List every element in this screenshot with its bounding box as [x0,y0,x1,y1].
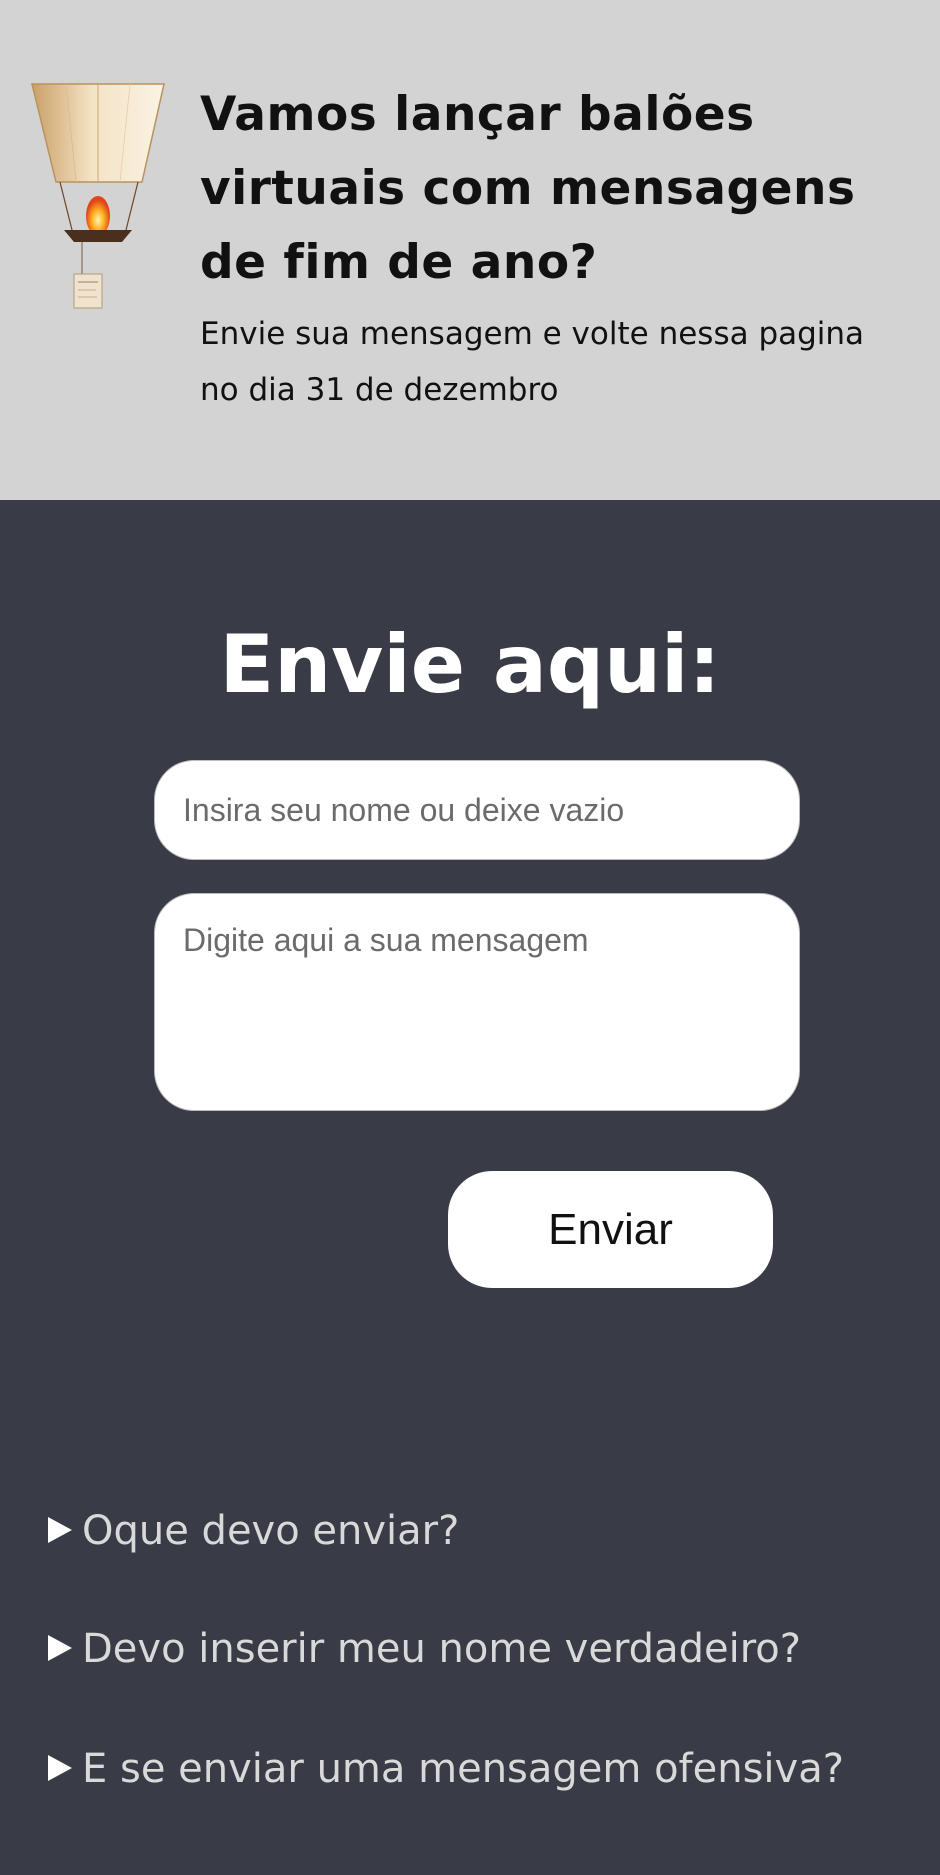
faq-question: Devo inserir meu nome verdadeiro? [82,1626,801,1672]
disclosure-triangle-icon [48,1635,72,1661]
message-input[interactable] [154,893,800,1111]
faq-question: Oque devo enviar? [82,1508,460,1554]
faq-question: E se enviar uma mensagem ofensiva? [82,1746,844,1792]
paper-lantern-icon [31,83,165,309]
faq-item-real-name[interactable]: Devo inserir meu nome verdadeiro? [48,1620,908,1678]
name-input[interactable] [154,760,800,860]
hero-title: Vamos lançar balões virtuais com mensage… [200,87,856,290]
faq-item-offensive-message[interactable]: E se enviar uma mensagem ofensiva? [48,1740,908,1798]
disclosure-triangle-icon [48,1517,72,1543]
form-heading: Envie aqui: [219,618,721,711]
send-button[interactable]: Enviar [448,1171,773,1288]
disclosure-triangle-icon [48,1755,72,1781]
faq-item-what-to-send[interactable]: Oque devo enviar? [48,1502,908,1560]
hero-section: Vamos lançar balões virtuais com mensage… [0,0,940,500]
hero-subtitle: Envie sua mensagem e volte nessa pagina … [200,316,865,408]
